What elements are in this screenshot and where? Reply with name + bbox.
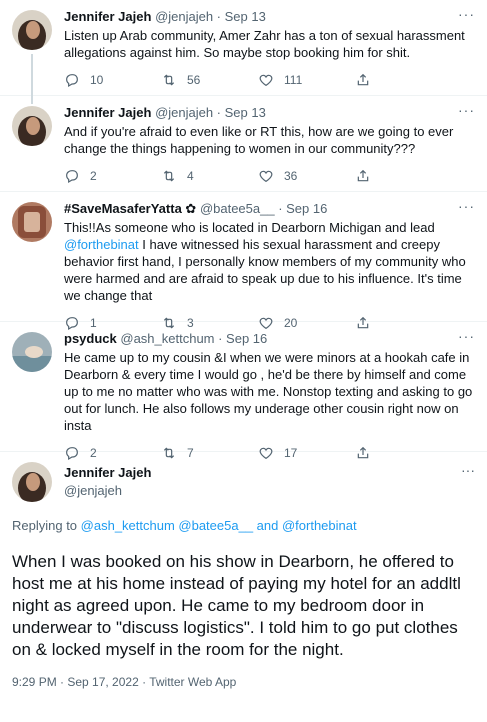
like-icon bbox=[259, 170, 273, 183]
retweet-icon bbox=[163, 170, 175, 182]
tweet-text: Listen up Arab community, Amer Zahr has … bbox=[64, 28, 465, 60]
display-name[interactable]: #SaveMasaferYatta ✿ bbox=[64, 201, 196, 216]
tweet[interactable]: ··· psyduck @ash_kettchum · Sep 16 He ca… bbox=[0, 322, 487, 461]
retweet-icon bbox=[163, 74, 175, 86]
retweet-button[interactable]: 4 bbox=[161, 168, 258, 184]
tweet-text: And if you're afraid to even like or RT … bbox=[64, 124, 454, 156]
share-button[interactable] bbox=[355, 72, 452, 88]
reply-count: 10 bbox=[90, 73, 104, 87]
avatar[interactable] bbox=[12, 202, 52, 242]
tweet-header: Jennifer Jajeh @jenjajeh · Sep 13 bbox=[64, 8, 475, 26]
timestamp[interactable]: 9:29 PM · Sep 17, 2022 · Twitter Web App bbox=[12, 675, 475, 689]
handle-date[interactable]: @ash_kettchum · Sep 16 bbox=[120, 331, 267, 346]
more-icon[interactable]: ··· bbox=[458, 102, 475, 118]
tweet[interactable]: ··· Jennifer Jajeh @jenjajeh · Sep 13 An… bbox=[0, 96, 487, 192]
handle-date[interactable]: @jenjajeh · Sep 13 bbox=[155, 9, 266, 24]
more-icon[interactable]: ··· bbox=[458, 328, 475, 344]
avatar[interactable] bbox=[12, 462, 52, 502]
author-block: Jennifer Jajeh @jenjajeh bbox=[64, 464, 151, 500]
reply-icon bbox=[66, 74, 78, 88]
reply-button[interactable]: 2 bbox=[64, 168, 161, 184]
tweet-text: When I was booked on his show in Dearbor… bbox=[12, 552, 461, 659]
mention-link[interactable]: @forthebinat bbox=[64, 237, 139, 252]
handle-date[interactable]: @jenjajeh · Sep 13 bbox=[155, 105, 266, 120]
tweet-header: psyduck @ash_kettchum · Sep 16 bbox=[64, 330, 475, 348]
like-count: 111 bbox=[284, 73, 303, 87]
handle-date[interactable]: @batee5a__ · Sep 16 bbox=[200, 201, 327, 216]
tweet-text-part: This!!As someone who is located in Dearb… bbox=[64, 220, 435, 235]
share-icon bbox=[357, 73, 369, 86]
thread-connector bbox=[31, 54, 33, 96]
like-count: 36 bbox=[284, 169, 298, 183]
action-bar: 2 4 36 bbox=[64, 161, 475, 191]
display-name[interactable]: Jennifer Jajeh bbox=[64, 105, 151, 120]
like-button[interactable]: 111 bbox=[258, 72, 355, 88]
retweet-count: 56 bbox=[187, 73, 201, 87]
avatar[interactable] bbox=[12, 106, 52, 146]
more-icon[interactable]: ··· bbox=[458, 6, 475, 22]
tweet-header: Jennifer Jajeh @jenjajeh · Sep 13 bbox=[64, 104, 475, 122]
avatar[interactable] bbox=[12, 10, 52, 50]
handle[interactable]: @jenjajeh bbox=[64, 482, 151, 500]
reply-icon bbox=[66, 170, 78, 184]
action-bar: 10 56 111 bbox=[64, 65, 475, 95]
tweet[interactable]: ··· #SaveMasaferYatta ✿ @batee5a__ · Sep… bbox=[0, 192, 487, 331]
more-icon[interactable]: ··· bbox=[458, 198, 475, 214]
reply-button[interactable]: 10 bbox=[64, 72, 161, 88]
retweet-count: 4 bbox=[187, 169, 194, 183]
share-button[interactable] bbox=[355, 168, 452, 184]
display-name[interactable]: Jennifer Jajeh bbox=[64, 464, 151, 482]
retweet-button[interactable]: 56 bbox=[161, 72, 258, 88]
like-button[interactable]: 36 bbox=[258, 168, 355, 184]
tweet[interactable]: ··· Jennifer Jajeh @jenjajeh · Sep 13 Li… bbox=[0, 0, 487, 96]
tweet-header: Jennifer Jajeh @jenjajeh bbox=[12, 462, 475, 502]
more-icon[interactable]: ··· bbox=[461, 462, 475, 478]
tweet-header: #SaveMasaferYatta ✿ @batee5a__ · Sep 16 bbox=[64, 200, 475, 218]
focused-tweet: ··· Jennifer Jajeh @jenjajeh Replying to… bbox=[0, 452, 487, 699]
tweet-text: He came up to my cousin &I when we were … bbox=[64, 350, 473, 433]
replying-label: Replying to bbox=[12, 518, 81, 533]
display-name[interactable]: psyduck bbox=[64, 331, 117, 346]
thread-connector bbox=[31, 96, 33, 104]
reply-count: 2 bbox=[90, 169, 97, 183]
tweet-text: This!!As someone who is located in Dearb… bbox=[64, 219, 475, 304]
like-icon bbox=[259, 74, 273, 87]
display-name[interactable]: Jennifer Jajeh bbox=[64, 9, 151, 24]
replying-mentions[interactable]: @ash_kettchum @batee5a__ and @forthebina… bbox=[81, 518, 357, 533]
share-icon bbox=[357, 169, 369, 182]
replying-to: Replying to @ash_kettchum @batee5a__ and… bbox=[12, 518, 475, 533]
avatar[interactable] bbox=[12, 332, 52, 372]
tweet-thread: ··· Jennifer Jajeh @jenjajeh · Sep 13 Li… bbox=[0, 0, 487, 699]
